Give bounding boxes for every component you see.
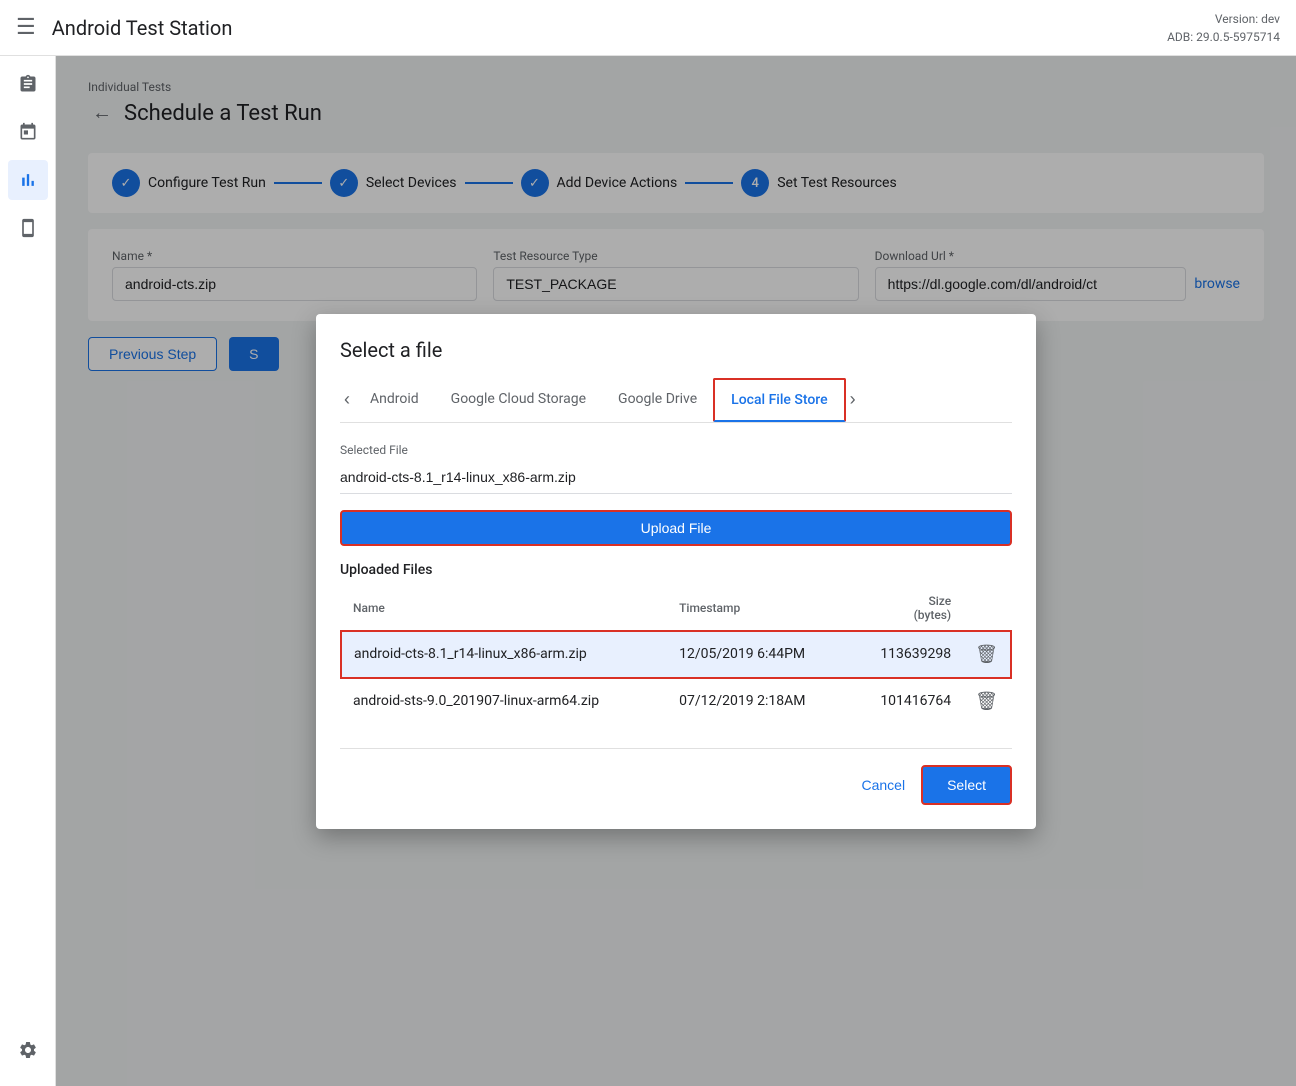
topbar: ☰ Android Test Station Version: dev ADB:… <box>0 0 1296 56</box>
menu-icon[interactable]: ☰ <box>16 15 36 40</box>
modal-tabs: ‹ Android Google Cloud Storage Google Dr… <box>340 378 1012 423</box>
cancel-button[interactable]: Cancel <box>861 777 905 793</box>
sidebar-icon-calendar[interactable] <box>8 112 48 152</box>
selected-file-input[interactable] <box>340 461 1012 494</box>
modal-title: Select a file <box>340 338 1012 362</box>
sidebar <box>0 56 56 1086</box>
file-timestamp-1: 12/05/2019 6:44PM <box>667 631 849 678</box>
selected-file-section: Selected File <box>340 443 1012 494</box>
files-table: Name Timestamp Size (bytes) android-cts-… <box>340 586 1012 724</box>
files-table-header: Name Timestamp Size (bytes) <box>341 586 1011 631</box>
tab-next-button[interactable]: › <box>846 381 860 418</box>
file-name-2: android-sts-9.0_201907-linux-arm64.zip <box>341 678 667 724</box>
selected-file-label: Selected File <box>340 443 1012 457</box>
col-size: Size (bytes) <box>849 586 964 631</box>
file-row-2[interactable]: android-sts-9.0_201907-linux-arm64.zip 0… <box>341 678 1011 724</box>
sidebar-icon-chart[interactable] <box>8 160 48 200</box>
modal-footer: Cancel Select <box>340 748 1012 805</box>
modal-overlay: Select a file ‹ Android Google Cloud Sto… <box>56 56 1296 1086</box>
col-timestamp: Timestamp <box>667 586 849 631</box>
file-name-1: android-cts-8.1_r14-linux_x86-arm.zip <box>341 631 667 678</box>
tab-local-file-store[interactable]: Local File Store <box>713 378 845 422</box>
main-content: Individual Tests ← Schedule a Test Run ✓… <box>56 56 1296 1086</box>
app-title: Android Test Station <box>52 16 233 40</box>
file-size-2: 101416764 <box>849 678 964 724</box>
uploaded-files-title: Uploaded Files <box>340 562 1012 578</box>
tab-android[interactable]: Android <box>354 379 435 421</box>
files-table-header-row: Name Timestamp Size (bytes) <box>341 586 1011 631</box>
file-timestamp-2: 07/12/2019 2:18AM <box>667 678 849 724</box>
col-name: Name <box>341 586 667 631</box>
tab-google-cloud[interactable]: Google Cloud Storage <box>435 379 602 421</box>
file-delete-1[interactable]: 🗑 <box>963 631 1011 678</box>
delete-icon-2[interactable]: 🗑 <box>975 691 998 712</box>
tab-google-drive[interactable]: Google Drive <box>602 379 713 421</box>
sidebar-icon-phone[interactable] <box>8 208 48 248</box>
file-select-modal: Select a file ‹ Android Google Cloud Sto… <box>316 314 1036 829</box>
col-action <box>963 586 1011 631</box>
upload-file-button[interactable]: Upload File <box>340 510 1012 546</box>
tab-prev-button[interactable]: ‹ <box>340 381 354 418</box>
sidebar-icon-settings[interactable] <box>8 1030 48 1070</box>
main-layout: Individual Tests ← Schedule a Test Run ✓… <box>0 56 1296 1086</box>
delete-icon-1[interactable]: 🗑 <box>975 644 998 665</box>
file-row-selected[interactable]: android-cts-8.1_r14-linux_x86-arm.zip 12… <box>341 631 1011 678</box>
files-table-body: android-cts-8.1_r14-linux_x86-arm.zip 12… <box>341 631 1011 724</box>
file-size-1: 113639298 <box>849 631 964 678</box>
sidebar-icon-clipboard[interactable] <box>8 64 48 104</box>
select-button[interactable]: Select <box>921 765 1012 805</box>
version-info: Version: dev ADB: 29.0.5-5975714 <box>1167 10 1280 46</box>
file-delete-2[interactable]: 🗑 <box>963 678 1011 724</box>
